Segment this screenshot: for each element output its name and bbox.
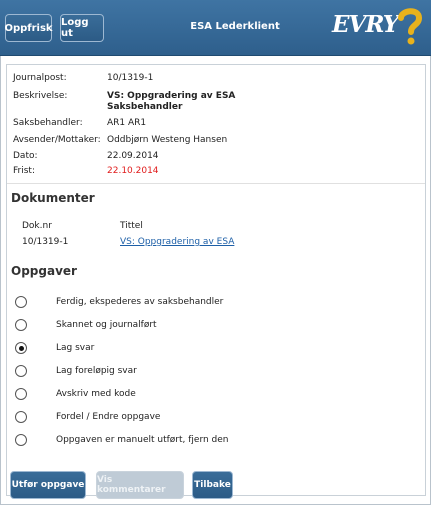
column-header-tittel: Tittel: [120, 221, 143, 231]
task-label: Fordel / Endre oppgave: [56, 412, 161, 422]
tasks-heading: Oppgaver: [11, 264, 77, 278]
avsender-label: Avsender/Mottaker:: [13, 135, 101, 145]
task-label: Ferdig, ekspederes av saksbehandler: [56, 297, 224, 307]
task-option-skannet[interactable]: Skannet og journalført: [15, 318, 157, 332]
journalpost-label: Journalpost:: [13, 73, 67, 83]
evry-logo: EVRY: [332, 11, 399, 38]
beskrivelse-label: Beskrivelse:: [13, 91, 68, 101]
task-label: Avskriv med kode: [56, 389, 136, 399]
task-option-avskriv[interactable]: Avskriv med kode: [15, 387, 136, 401]
beskrivelse-value-line2: Saksbehandler: [107, 102, 183, 112]
task-option-fordel[interactable]: Fordel / Endre oppgave: [15, 410, 160, 424]
saksbehandler-value: AR1 AR1: [107, 118, 147, 128]
task-option-manuelt[interactable]: Oppgaven er manuelt utført, fjern den: [15, 433, 229, 447]
radio-selected-icon[interactable]: [15, 342, 27, 354]
task-option-lag-svar[interactable]: Lag svar: [15, 341, 94, 355]
show-comments-button[interactable]: Vis kommentarer: [96, 471, 184, 499]
avsender-value: Oddbjørn Westeng Hansen: [107, 135, 228, 145]
logout-button[interactable]: Logg ut: [60, 14, 104, 42]
saksbehandler-label: Saksbehandler:: [13, 118, 83, 128]
radio-icon[interactable]: [15, 365, 27, 377]
journalpost-value: 10/1319-1: [107, 73, 154, 83]
task-label: Skannet og journalført: [56, 320, 157, 330]
radio-icon[interactable]: [15, 319, 27, 331]
dato-label: Dato:: [13, 151, 38, 161]
radio-icon[interactable]: [15, 388, 27, 400]
document-row-doknr: 10/1319-1: [22, 237, 69, 247]
question-mark-icon[interactable]: [395, 6, 425, 46]
perform-task-button[interactable]: Utfør oppgave: [10, 471, 86, 499]
back-button[interactable]: Tilbake: [192, 471, 233, 499]
beskrivelse-value-line1: VS: Oppgradering av ESA: [107, 91, 236, 101]
frist-value: 22.10.2014: [107, 166, 159, 176]
app-title: ESA Lederklient: [190, 21, 280, 32]
task-label: Oppgaven er manuelt utført, fjern den: [56, 435, 229, 445]
task-option-ferdig[interactable]: Ferdig, ekspederes av saksbehandler: [15, 295, 223, 309]
column-header-doknr: Dok.nr: [22, 221, 52, 231]
refresh-button[interactable]: Oppfrisk: [4, 14, 53, 42]
radio-icon[interactable]: [15, 296, 27, 308]
frist-label: Frist:: [13, 166, 35, 176]
task-option-forelopig[interactable]: Lag foreløpig svar: [15, 364, 137, 378]
radio-icon[interactable]: [15, 434, 27, 446]
detail-panel: Journalpost: 10/1319-1 Beskrivelse: VS: …: [6, 64, 426, 496]
radio-icon[interactable]: [15, 411, 27, 423]
task-label: Lag svar: [56, 343, 95, 353]
document-link[interactable]: VS: Oppgradering av ESA: [120, 237, 234, 247]
task-label: Lag foreløpig svar: [56, 366, 137, 376]
divider: [7, 183, 425, 184]
header-bar: Oppfrisk Logg ut ESA Lederklient EVRY: [0, 0, 431, 56]
documents-heading: Dokumenter: [11, 191, 95, 205]
dato-value: 22.09.2014: [107, 151, 159, 161]
